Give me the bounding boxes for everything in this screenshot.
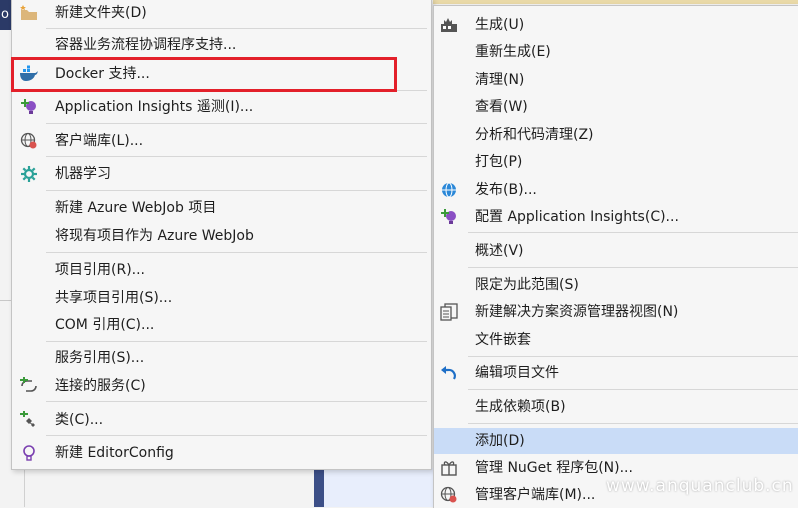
menu-item-add[interactable]: 添加(D)	[434, 428, 798, 454]
menu-item-label: 重新生成(E)	[475, 44, 551, 60]
menu-separator	[46, 28, 427, 29]
menu-item-label: 容器业务流程协调程序支持...	[55, 37, 237, 53]
menu-item-edit-project-file[interactable]: 编辑项目文件	[434, 360, 798, 386]
menu-item-new-editorconfig[interactable]: 新建 EditorConfig	[12, 440, 431, 466]
menu-item-connected-services[interactable]: 连接的服务(C)	[12, 373, 431, 399]
menu-item-label: 配置 Application Insights(C)...	[475, 209, 679, 225]
menu-item-service-reference[interactable]: 服务引用(S)...	[12, 345, 431, 371]
menu-separator	[468, 267, 798, 268]
menu-item-label: 新建 EditorConfig	[55, 445, 174, 461]
menu-separator	[46, 190, 427, 191]
menu-item-app-insights-telemetry[interactable]: Application Insights 遥测(I)...	[12, 94, 431, 120]
menu-item-label: 管理客户端库(M)...	[475, 487, 596, 503]
menu-item-build[interactable]: 生成(U)	[434, 12, 798, 38]
background-panel	[324, 468, 434, 507]
menu-item-new-solution-explorer-view[interactable]: 新建解决方案资源管理器视图(N)	[434, 299, 798, 325]
menu-item-new-azure-webjob[interactable]: 新建 Azure WebJob 项目	[12, 195, 431, 221]
nuget-package-icon	[440, 459, 458, 477]
menu-separator	[468, 389, 798, 390]
menu-item-label: 新建解决方案资源管理器视图(N)	[475, 304, 679, 320]
menu-item-label: 生成依赖项(B)	[475, 399, 566, 415]
menu-item-existing-as-webjob[interactable]: 将现有项目作为 Azure WebJob	[12, 223, 431, 249]
menu-item-project-reference[interactable]: 项目引用(R)...	[12, 257, 431, 283]
menu-item-label: 机器学习	[55, 166, 111, 182]
build-icon	[440, 16, 458, 34]
publish-globe-icon	[440, 181, 458, 199]
menu-item-label: 项目引用(R)...	[55, 262, 146, 278]
menu-item-container-orchestration[interactable]: 容器业务流程协调程序支持...	[12, 32, 431, 58]
menu-item-pack[interactable]: 打包(P)	[434, 149, 798, 175]
menu-item-label: 客户端库(L)...	[55, 133, 144, 149]
app-insights-icon	[20, 98, 38, 116]
menu-item-label: 分析和代码清理(Z)	[475, 127, 594, 143]
globe-icon	[20, 132, 38, 150]
machine-learning-icon	[20, 165, 38, 183]
menu-item-label: 新建 Azure WebJob 项目	[55, 200, 217, 216]
menu-item-label: 添加(D)	[475, 433, 525, 449]
globe-icon	[440, 486, 458, 504]
menu-separator	[46, 156, 427, 157]
app-insights-icon	[440, 208, 458, 226]
menu-item-view[interactable]: 查看(W)	[434, 94, 798, 120]
menu-item-new-folder[interactable]: 新建文件夹(D)	[12, 0, 431, 26]
menu-item-overview[interactable]: 概述(V)	[434, 238, 798, 264]
menu-item-analyze[interactable]: 分析和代码清理(Z)	[434, 122, 798, 148]
solution-explorer-view-icon	[440, 303, 458, 321]
menu-item-label: Application Insights 遥测(I)...	[55, 99, 254, 115]
menu-separator	[468, 423, 798, 424]
menu-separator	[468, 232, 798, 233]
menu-item-label: 类(C)...	[55, 412, 104, 428]
menu-item-class[interactable]: 类(C)...	[12, 407, 431, 433]
background-tab-strip	[433, 0, 798, 4]
watermark: www.anquanclub.cn	[606, 476, 794, 496]
menu-item-com-reference[interactable]: COM 引用(C)...	[12, 312, 431, 338]
lightbulb-icon	[20, 444, 38, 462]
menu-item-label: 文件嵌套	[475, 332, 531, 348]
menu-item-label: 限定为此范围(S)	[475, 277, 579, 293]
menu-separator	[46, 435, 427, 436]
menu-item-label: 打包(P)	[475, 154, 523, 170]
menu-item-label: COM 引用(C)...	[55, 317, 155, 333]
menu-item-shared-project-reference[interactable]: 共享项目引用(S)...	[12, 285, 431, 311]
menu-item-label: 编辑项目文件	[475, 365, 559, 381]
menu-item-build-dependencies[interactable]: 生成依赖项(B)	[434, 394, 798, 420]
connected-services-icon	[20, 377, 38, 395]
background-divider	[24, 470, 25, 507]
menu-item-clean[interactable]: 清理(N)	[434, 67, 798, 93]
new-folder-icon	[20, 4, 38, 22]
menu-item-label: 发布(B)...	[475, 182, 537, 198]
menu-item-rebuild[interactable]: 重新生成(E)	[434, 39, 798, 65]
annotation-highlight-box	[11, 57, 397, 92]
menu-item-file-nesting[interactable]: 文件嵌套	[434, 327, 798, 353]
menu-item-label: 生成(U)	[475, 17, 525, 33]
menu-separator	[46, 123, 427, 124]
menu-item-label: 共享项目引用(S)...	[55, 290, 173, 306]
menu-item-machine-learning[interactable]: 机器学习	[12, 161, 431, 187]
menu-separator	[46, 252, 427, 253]
menu-item-label: 查看(W)	[475, 99, 528, 115]
menu-item-label: 连接的服务(C)	[55, 378, 146, 394]
undo-arrow-icon	[440, 364, 458, 382]
menu-item-publish[interactable]: 发布(B)...	[434, 177, 798, 203]
menu-separator	[468, 356, 798, 357]
menu-item-label: 将现有项目作为 Azure WebJob	[55, 228, 254, 244]
menu-separator	[46, 341, 427, 342]
menu-item-label: 新建文件夹(D)	[55, 5, 147, 21]
project-context-menu: 生成(U) 重新生成(E) 清理(N) 查看(W) 分析和代码清理(Z) 打包(…	[433, 5, 798, 508]
menu-item-client-library[interactable]: 客户端库(L)...	[12, 128, 431, 154]
menu-item-scope-to-this[interactable]: 限定为此范围(S)	[434, 272, 798, 298]
menu-item-label: 服务引用(S)...	[55, 350, 145, 366]
menu-item-label: 清理(N)	[475, 72, 525, 88]
background-panel-edge	[314, 468, 324, 507]
menu-item-label: 概述(V)	[475, 243, 524, 259]
menu-separator	[46, 401, 427, 402]
class-icon	[20, 411, 38, 429]
menu-item-configure-app-insights[interactable]: 配置 Application Insights(C)...	[434, 204, 798, 230]
